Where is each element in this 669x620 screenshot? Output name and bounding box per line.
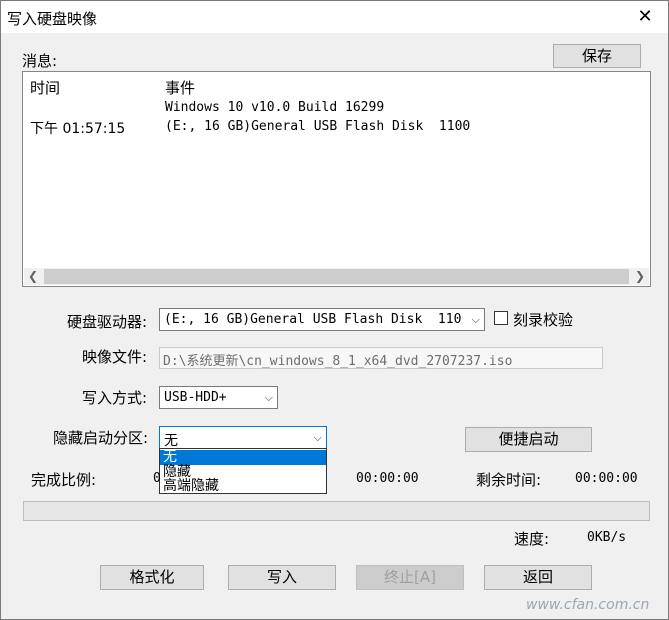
list-item-event: (E:, 16 GB)General USB Flash Disk 1100 [165, 119, 471, 134]
message-list[interactable]: 时间 事件 Windows 10 v10.0 Build 16299 下午 01… [22, 71, 651, 287]
back-button[interactable]: 返回 [484, 565, 592, 590]
list-item-time: 下午 01:57:15 [30, 121, 126, 137]
dropdown-option-high-end-hidden[interactable]: 高端隐藏 [160, 479, 326, 494]
hidden-partition-dropdown: 无 隐藏 高端隐藏 [159, 448, 327, 494]
image-file-field[interactable]: D:\系统更新\cn_windows_8_1_x64_dvd_2707237.i… [159, 347, 603, 369]
title-bar: 写入硬盘映像 ✕ [1, 1, 668, 33]
messages-label: 消息: [22, 52, 58, 70]
chevron-down-icon: ⌵ [264, 391, 273, 404]
hidden-partition-label: 隐藏启动分区: [53, 429, 149, 447]
image-file-label: 映像文件: [82, 348, 148, 366]
scroll-left-icon[interactable]: ❮ [24, 268, 42, 285]
hidden-partition-value: 无 [164, 433, 178, 449]
scrollbar-thumb[interactable] [44, 269, 629, 284]
verify-checkbox[interactable] [494, 311, 508, 325]
window-title: 写入硬盘映像 [7, 10, 98, 28]
progress-bar [23, 501, 650, 521]
completion-ratio-value: 0 [153, 471, 161, 486]
write-method-value: USB-HDD+ [164, 390, 227, 405]
quick-boot-button[interactable]: 便捷启动 [465, 427, 592, 452]
column-header-event[interactable]: 事件 [165, 77, 195, 98]
speed-label: 速度: [514, 530, 550, 548]
column-header-time[interactable]: 时间 [30, 77, 60, 98]
write-method-label: 写入方式: [82, 389, 148, 407]
hidden-partition-select[interactable]: 无 ⌵ [159, 426, 327, 449]
watermark: www.cfan.com.cn [526, 597, 650, 613]
verify-label: 刻录校验 [513, 311, 574, 329]
drive-label: 硬盘驱动器: [67, 313, 148, 331]
chevron-down-icon: ⌵ [313, 431, 322, 444]
write-method-select[interactable]: USB-HDD+ ⌵ [159, 386, 278, 409]
write-button[interactable]: 写入 [228, 565, 336, 590]
dropdown-option-none[interactable]: 无 [160, 450, 326, 465]
drive-value: (E:, 16 GB)General USB Flash Disk 110 [164, 312, 462, 327]
completion-ratio-label: 完成比例: [31, 471, 97, 489]
remaining-time-value: 00:00:00 [575, 471, 638, 486]
horizontal-scrollbar[interactable]: ❮ ❯ [24, 268, 649, 285]
image-file-value: D:\系统更新\cn_windows_8_1_x64_dvd_2707237.i… [163, 354, 513, 369]
remaining-time-label: 剩余时间: [476, 471, 542, 489]
save-button[interactable]: 保存 [553, 44, 641, 68]
drive-select[interactable]: (E:, 16 GB)General USB Flash Disk 110 ⌵ [159, 308, 485, 331]
list-item-event: Windows 10 v10.0 Build 16299 [165, 100, 385, 115]
elapsed-time-value: 00:00:00 [356, 471, 419, 486]
format-button[interactable]: 格式化 [100, 565, 204, 590]
chevron-down-icon: ⌵ [468, 313, 480, 327]
scroll-right-icon[interactable]: ❯ [631, 268, 649, 285]
speed-value: 0KB/s [587, 530, 627, 545]
close-icon[interactable]: ✕ [622, 1, 668, 33]
stop-button: 终止[A] [356, 565, 464, 590]
